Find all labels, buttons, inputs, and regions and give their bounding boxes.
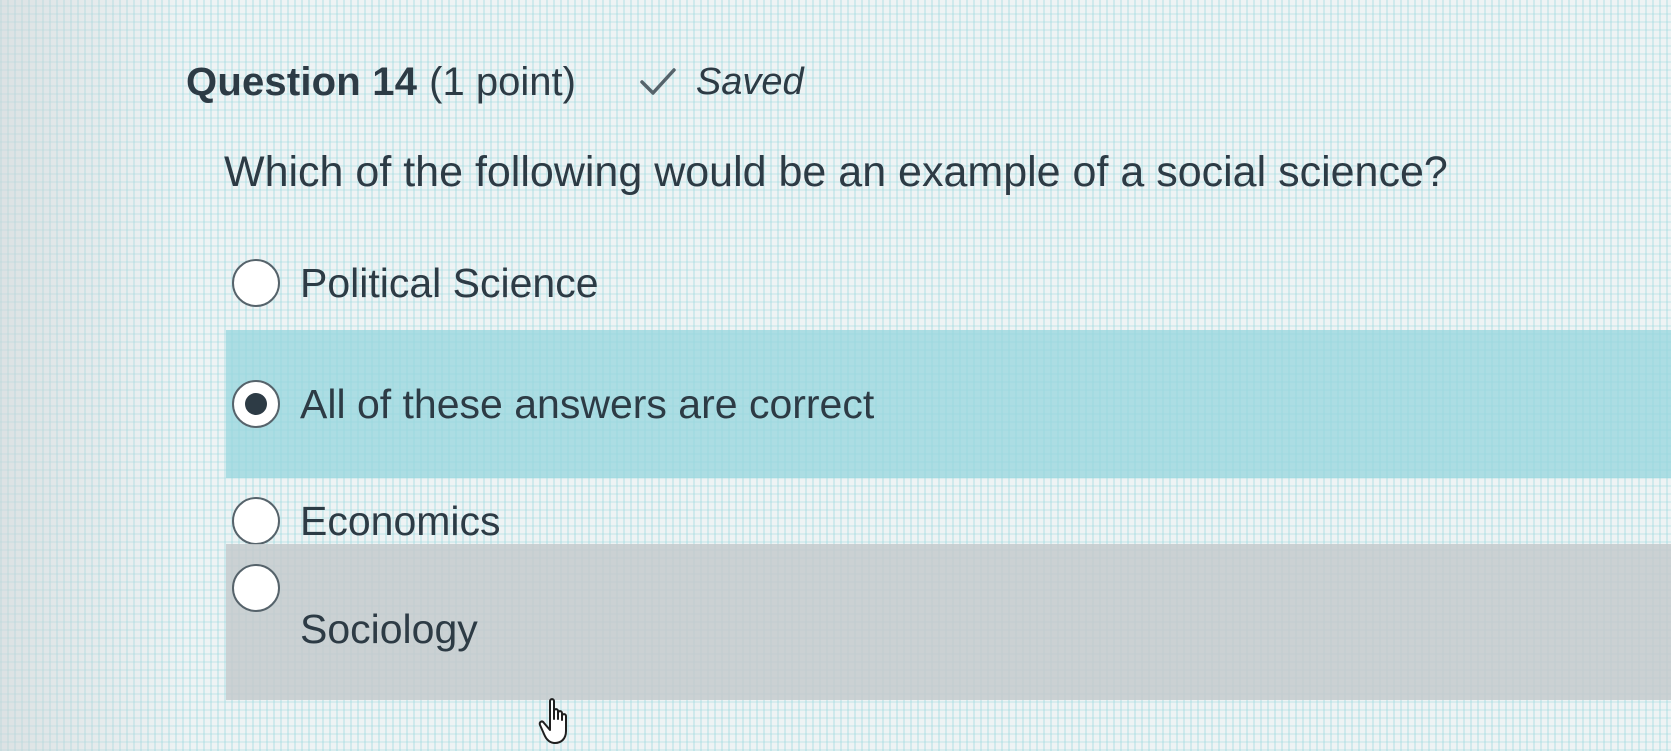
answer-label: Economics [300,497,501,544]
question-header: Question 14 (1 point) Saved [186,52,804,112]
radio-button-selected[interactable] [232,380,280,428]
answer-option-sociology[interactable]: Sociology [226,544,1671,700]
saved-status: Saved [638,61,804,104]
answer-option-political-science[interactable]: Political Science [226,238,1671,328]
saved-label: Saved [695,60,804,103]
check-icon [638,65,678,99]
radio-button[interactable] [232,497,280,545]
question-prompt: Which of the following would be an examp… [224,148,1448,196]
question-points: (1 point) [429,59,576,104]
question-title: Question 14 [186,59,418,104]
answer-label: Political Science [300,259,599,306]
answer-label: All of these answers are correct [300,380,875,427]
radio-button[interactable] [232,259,280,307]
radio-button[interactable] [232,564,280,612]
quiz-page: Question 14 (1 point) Saved Which of the… [0,0,1671,751]
page-margin [0,0,190,751]
answer-option-all-correct[interactable]: All of these answers are correct [226,330,1671,478]
answer-label: Sociology [300,606,478,652]
hand-pointer-icon [538,697,578,747]
